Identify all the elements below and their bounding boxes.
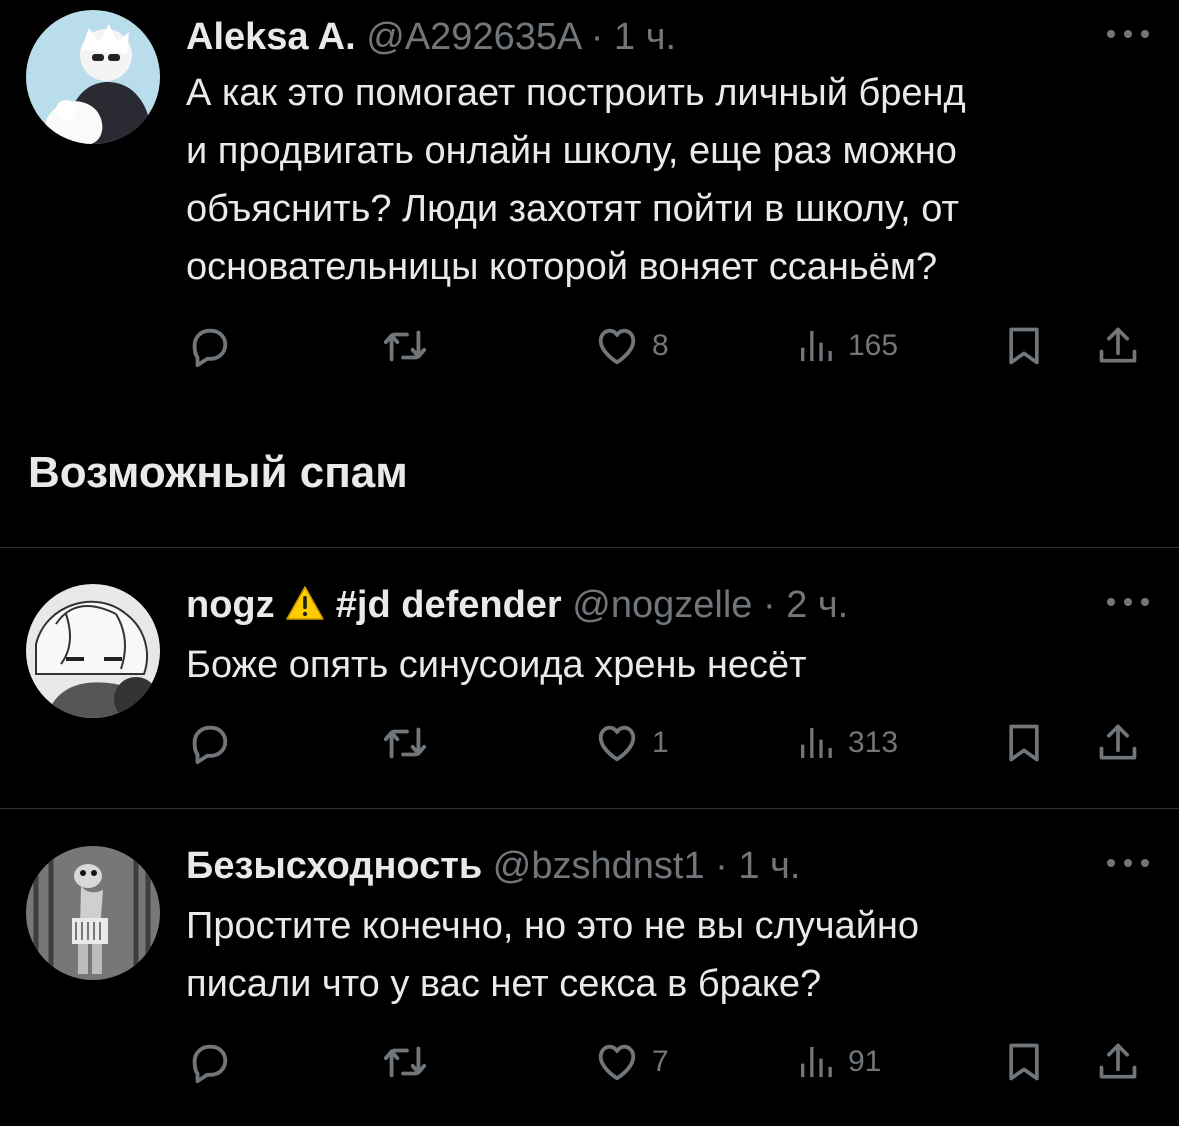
share-button[interactable] [1096, 719, 1140, 767]
more-icon[interactable] [1107, 853, 1149, 873]
share-icon [1096, 721, 1140, 765]
views-count: 91 [848, 1045, 882, 1078]
bookmark-button[interactable] [1002, 1038, 1046, 1086]
section-title: Возможный спам [28, 448, 408, 497]
share-icon [1096, 324, 1140, 368]
tweet-header: Aleksa A. @A292635A · 1 ч. [186, 14, 676, 60]
views-button[interactable]: 165 [796, 322, 898, 370]
bookmark-icon [1002, 721, 1046, 765]
views-icon [796, 723, 836, 763]
author-handle[interactable]: @bzshdnst1 [493, 845, 705, 887]
tweet[interactable]: nogz #jd defender @nogzelle · 2 ч. Боже … [0, 548, 1179, 806]
tweet-header: nogz #jd defender @nogzelle · 2 ч. [186, 582, 848, 628]
author-name-suffix[interactable]: #jd defender [336, 584, 562, 626]
heart-icon [594, 323, 640, 369]
author-name[interactable]: Aleksa A. [186, 16, 356, 58]
timestamp[interactable]: · 1 ч. [715, 845, 800, 887]
reply-button[interactable] [186, 1038, 232, 1086]
author-name[interactable]: Безысходность [186, 845, 482, 887]
retweet-icon [382, 323, 428, 369]
author-handle[interactable]: @A292635A [366, 16, 580, 58]
like-button[interactable]: 1 [594, 719, 669, 767]
heart-icon [594, 720, 640, 766]
like-count: 1 [652, 726, 669, 759]
like-button[interactable]: 7 [594, 1038, 669, 1086]
bookmark-icon [1002, 324, 1046, 368]
like-button[interactable]: 8 [594, 322, 669, 370]
more-icon[interactable] [1107, 24, 1149, 44]
tweet-text: А как это помогает построить личный брен… [186, 72, 966, 288]
views-count: 313 [848, 726, 899, 759]
like-count: 8 [652, 329, 669, 362]
avatar[interactable] [26, 584, 160, 718]
retweet-icon [382, 720, 428, 766]
tweet-actions: 1 313 [186, 719, 1146, 767]
heart-icon [594, 1039, 640, 1085]
retweet-button[interactable] [382, 1038, 428, 1086]
tweet-text: Боже опять синусоида хрень несёт [186, 644, 807, 686]
bookmark-button[interactable] [1002, 719, 1046, 767]
avatar[interactable] [26, 846, 160, 980]
reply-button[interactable] [186, 322, 232, 370]
views-count: 165 [848, 329, 899, 362]
share-icon [1096, 1040, 1140, 1084]
more-icon[interactable] [1107, 592, 1149, 612]
author-handle[interactable]: @nogzelle [572, 584, 752, 626]
bookmark-icon [1002, 1040, 1046, 1084]
reply-icon [186, 323, 232, 369]
share-button[interactable] [1096, 322, 1140, 370]
views-icon [796, 326, 836, 366]
retweet-button[interactable] [382, 719, 428, 767]
avatar[interactable] [26, 10, 160, 144]
reply-icon [186, 720, 232, 766]
bookmark-button[interactable] [1002, 322, 1046, 370]
timestamp[interactable]: · 2 ч. [763, 584, 848, 626]
retweet-button[interactable] [382, 322, 428, 370]
views-button[interactable]: 91 [796, 1038, 881, 1086]
like-count: 7 [652, 1045, 669, 1078]
tweet[interactable]: Безысходность @bzshdnst1 · 1 ч. Простите… [0, 809, 1179, 1126]
tweet-actions: 7 91 [186, 1038, 1146, 1086]
tweet-text: Простите конечно, но это не вы случайно … [186, 905, 920, 1005]
reply-button[interactable] [186, 719, 232, 767]
share-button[interactable] [1096, 1038, 1140, 1086]
tweet-actions: 8 165 [186, 322, 1146, 370]
tweet[interactable]: Aleksa A. @A292635A · 1 ч. А как это пом… [0, 0, 1179, 420]
reply-icon [186, 1039, 232, 1085]
views-icon [796, 1042, 836, 1082]
warning-icon [286, 586, 324, 620]
retweet-icon [382, 1039, 428, 1085]
author-name[interactable]: nogz [186, 584, 275, 626]
timestamp[interactable]: · 1 ч. [591, 16, 676, 58]
tweet-header: Безысходность @bzshdnst1 · 1 ч. [186, 843, 800, 889]
views-button[interactable]: 313 [796, 719, 898, 767]
